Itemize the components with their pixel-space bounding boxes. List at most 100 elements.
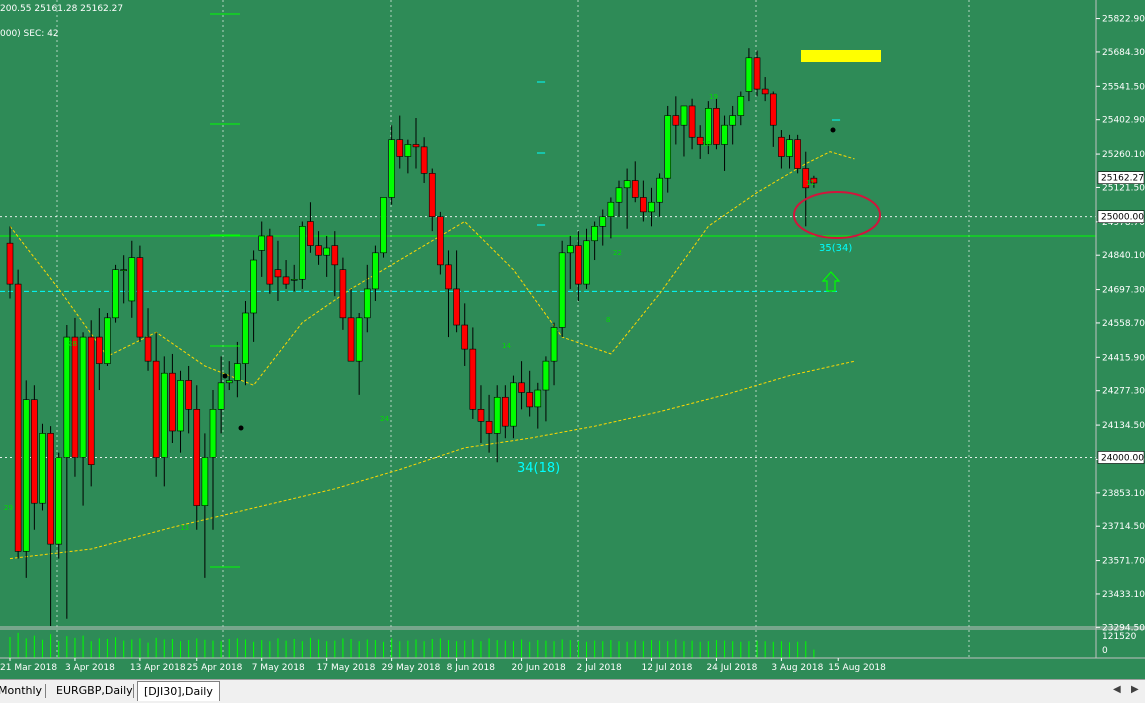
- time-tick-label: 17 May 2018: [317, 663, 376, 673]
- tab-dji30-daily[interactable]: [DJI30],Daily: [137, 681, 220, 701]
- candle-body: [282, 276, 290, 285]
- candle-body: [437, 216, 444, 266]
- time-tick-label: 24 Jul 2018: [706, 663, 757, 673]
- candle-body: [258, 235, 266, 251]
- swing-low-label: 34(18): [517, 461, 560, 476]
- candle-body: [104, 317, 111, 364]
- candle-body: [347, 317, 355, 362]
- candle-body: [688, 105, 696, 138]
- scroll-right-icon[interactable]: ▶: [1131, 684, 1139, 695]
- candle-body: [542, 360, 550, 391]
- price-tick-label: 24840.10: [1102, 251, 1145, 261]
- wave-count-label: 8: [606, 316, 610, 324]
- candle-body: [185, 380, 192, 410]
- price-tick-label: 25541.50: [1102, 82, 1145, 92]
- candle-body: [266, 235, 274, 285]
- price-tick-label: 23433.10: [1102, 590, 1145, 600]
- price-tick-label: 23853.10: [1102, 489, 1145, 499]
- price-tick-label: 23714.50: [1102, 522, 1145, 532]
- chart-tabs: Monthly EURGBP,Daily [DJI30],Daily ◀ ▶: [0, 679, 1145, 703]
- price-tick-label: 24277.30: [1102, 387, 1145, 397]
- candle-body: [209, 409, 217, 458]
- ohlc-header-text: 200.55 25161.28 25162.27: [0, 4, 123, 14]
- time-tick-label: 21 Mar 2018: [0, 663, 57, 673]
- wave-count-label: 28: [68, 340, 77, 348]
- candle-body: [120, 269, 127, 271]
- tab-monthly[interactable]: Monthly: [0, 683, 48, 699]
- candle-body: [299, 226, 306, 280]
- candle-body: [39, 433, 46, 504]
- price-tick-label: 25684.30: [1102, 48, 1145, 58]
- candle-body: [201, 457, 209, 506]
- candle-body: [290, 278, 298, 281]
- candle-body: [680, 105, 688, 126]
- candle-body: [599, 216, 607, 227]
- candle-body: [445, 264, 452, 290]
- candle-body: [250, 259, 257, 314]
- price-tick-label: 24415.90: [1102, 353, 1145, 363]
- candle-body: [363, 288, 371, 319]
- candle-body: [453, 288, 460, 326]
- marker-dot: [222, 373, 228, 379]
- candle-body: [331, 245, 339, 266]
- wave-count-label: 22: [613, 249, 622, 257]
- candle-body: [96, 336, 103, 364]
- wave-count-label: 24: [380, 415, 389, 423]
- candle-body: [769, 93, 777, 126]
- candle-body: [794, 139, 801, 169]
- price-chart[interactable]: 34(18) 35(34) 29 13 28 24 14 8 22 19 10 11 25822.90…: [0, 0, 1145, 679]
- tab-eurgbp-daily[interactable]: EURGBP,Daily: [50, 683, 139, 699]
- candle-body: [745, 57, 753, 92]
- candle-body: [217, 382, 225, 410]
- candle-body: [502, 396, 509, 427]
- candle-body: [87, 336, 95, 465]
- candle-body: [656, 177, 663, 203]
- marker-dot: [830, 127, 836, 133]
- candle-body: [31, 399, 38, 504]
- tab-separator: [45, 684, 46, 698]
- tab-separator: [133, 684, 134, 698]
- time-tick-label: 13 Apr 2018: [130, 663, 186, 673]
- candle-body: [420, 146, 428, 174]
- time-tick-label: 8 Jun 2018: [447, 663, 496, 673]
- candle-body: [721, 124, 728, 145]
- candle-body: [729, 115, 736, 126]
- marker-dot: [238, 425, 244, 431]
- level-25000-label: 25000.00: [1101, 213, 1144, 223]
- time-tick-label: 3 Apr 2018: [65, 663, 115, 673]
- candle-body: [428, 173, 436, 217]
- candle-body: [79, 336, 87, 458]
- candle-body: [485, 421, 493, 434]
- candle-body: [152, 360, 160, 458]
- candle-body: [47, 433, 54, 545]
- candle-body: [63, 336, 71, 458]
- candle-body: [558, 252, 566, 328]
- candle-body: [323, 247, 330, 256]
- scroll-left-icon[interactable]: ◀: [1113, 684, 1121, 695]
- candle-body: [55, 457, 63, 545]
- candle-body: [380, 197, 387, 254]
- candle-body: [128, 257, 136, 302]
- candle-body: [242, 312, 249, 364]
- current-count-label: 35(34): [819, 243, 852, 254]
- wave-count-label: 11: [806, 179, 815, 187]
- candle-body: [339, 269, 347, 319]
- price-tick-label: 25260.10: [1102, 150, 1145, 160]
- wave-count-label: 14: [502, 342, 511, 350]
- candle-body: [786, 139, 793, 157]
- candle-body: [404, 144, 412, 157]
- candle-body: [136, 257, 144, 338]
- candle-body: [22, 399, 30, 552]
- volume-max-label: 121520: [1102, 632, 1137, 642]
- candle-body: [144, 336, 152, 362]
- highlight-box: [801, 50, 881, 62]
- candle-body: [591, 226, 598, 242]
- candle-body: [672, 115, 680, 126]
- price-tick-label: 25121.50: [1102, 183, 1145, 193]
- candle-body: [664, 115, 672, 179]
- time-tick-label: 25 Apr 2018: [187, 663, 243, 673]
- candle-body: [778, 136, 785, 157]
- candle-body: [713, 108, 720, 145]
- time-tick-label: 7 May 2018: [252, 663, 305, 673]
- candle-body: [510, 382, 517, 427]
